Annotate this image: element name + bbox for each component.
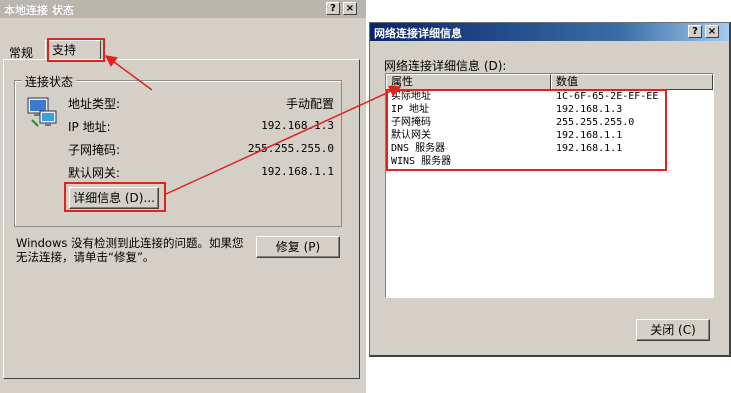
title-bar[interactable]: 本地连接 状态 ? × xyxy=(0,0,366,18)
column-header-value[interactable]: 数值 xyxy=(551,74,713,90)
default-gateway-value: 192.168.1.1 xyxy=(261,165,334,178)
details-caption: 网络连接详细信息 (D): xyxy=(384,59,507,73)
subnet-mask-label: 子网掩码: xyxy=(68,143,121,157)
help-button[interactable]: ? xyxy=(326,2,340,15)
address-type-label: 地址类型: xyxy=(68,97,121,111)
annotation-box-details-button xyxy=(64,182,166,212)
ip-address-label: IP 地址: xyxy=(68,120,111,134)
subnet-mask-value: 255.255.255.0 xyxy=(247,142,334,155)
ip-address-value: 192.168.1.3 xyxy=(261,119,334,132)
diagnostic-message: Windows 没有检测到此连接的问题。如果您无法连接，请单击“修复”。 xyxy=(16,236,244,264)
title-bar[interactable]: 网络连接详细信息 ? × xyxy=(370,23,729,41)
close-button[interactable]: × xyxy=(343,2,357,15)
dialog-title: 网络连接详细信息 xyxy=(374,27,462,40)
default-gateway-label: 默认网关: xyxy=(68,166,121,180)
close-dialog-button[interactable]: 关闭 (C) xyxy=(636,319,710,341)
group-title: 连接状态 xyxy=(22,73,77,90)
annotation-box-support-tab xyxy=(47,38,105,62)
network-details-dialog: 网络连接详细信息 ? × 网络连接详细信息 (D): 属性 数值 实际地址 1C… xyxy=(369,22,731,357)
column-header-property[interactable]: 属性 xyxy=(386,74,551,90)
window-title: 本地连接 状态 xyxy=(4,4,74,17)
network-connection-icon xyxy=(27,97,57,127)
repair-button[interactable]: 修复 (P) xyxy=(256,236,340,258)
address-type-value: 手动配置 xyxy=(285,97,334,111)
close-button[interactable]: × xyxy=(705,25,719,38)
annotation-box-details-list xyxy=(386,89,667,171)
help-button[interactable]: ? xyxy=(688,25,702,38)
